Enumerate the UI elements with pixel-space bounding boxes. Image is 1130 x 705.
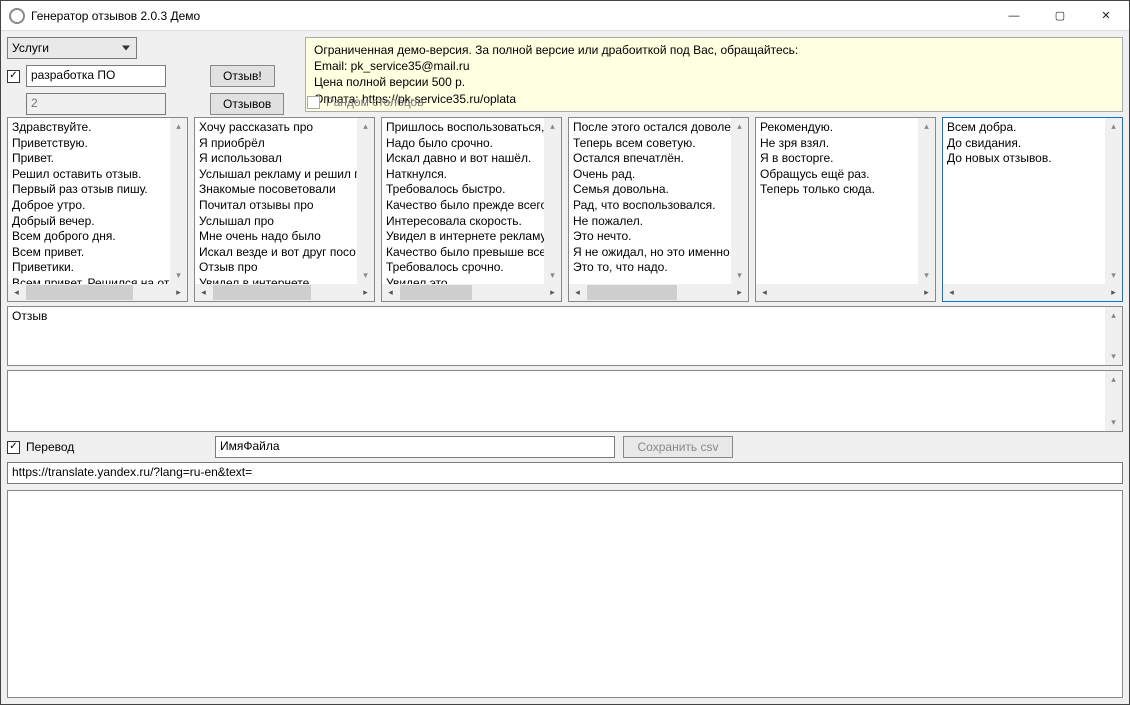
client-area: Услуги разработка ПО Отзыв! 2 xyxy=(1,31,1129,704)
phrase-column-1[interactable]: Здравствуйте.Приветствую.Привет.Решил ос… xyxy=(7,117,188,302)
phrase-line[interactable]: Требовалось быстро. xyxy=(386,182,557,198)
phrase-line[interactable]: Я не ожидал, но это именно то xyxy=(573,245,744,261)
phrase-line[interactable]: Добрый вечер. xyxy=(12,214,183,230)
close-button[interactable]: ✕ xyxy=(1083,1,1129,31)
phrase-line[interactable]: Семья довольна. xyxy=(573,182,744,198)
translate-url-input[interactable]: https://translate.yandex.ru/?lang=ru-en&… xyxy=(7,462,1123,484)
phrase-line[interactable]: Это то, что надо. xyxy=(573,260,744,276)
app-window: Генератор отзывов 2.0.3 Демо — ▢ ✕ Услуг… xyxy=(0,0,1130,705)
phrase-line[interactable]: Не пожалел. xyxy=(573,214,744,230)
phrase-line[interactable]: До свидания. xyxy=(947,136,1118,152)
minimize-button[interactable]: — xyxy=(991,1,1037,31)
scrollbar-horizontal[interactable]: ◂▸ xyxy=(382,284,561,301)
scrollbar-vertical[interactable]: ▴▾ xyxy=(731,118,748,284)
phrase-line[interactable]: Требовалось срочно. xyxy=(386,260,557,276)
phrase-line[interactable]: Очень рад. xyxy=(573,167,744,183)
phrase-column-4[interactable]: После этого остался доволен.Теперь всем … xyxy=(568,117,749,302)
phrase-line[interactable]: Доброе утро. xyxy=(12,198,183,214)
phrase-line[interactable]: Обращусь ещё раз. xyxy=(760,167,931,183)
phrase-line[interactable]: Приветствую. xyxy=(12,136,183,152)
phrase-line[interactable]: Рад, что воспользовался. xyxy=(573,198,744,214)
translate-checkbox[interactable] xyxy=(7,441,20,454)
scrollbar-horizontal[interactable]: ◂▸ xyxy=(195,284,374,301)
topic-input[interactable]: разработка ПО xyxy=(26,65,166,87)
phrase-line[interactable]: Знакомые посоветовали xyxy=(199,182,370,198)
maximize-button[interactable]: ▢ xyxy=(1037,1,1083,31)
phrase-line[interactable]: Это нечто. xyxy=(573,229,744,245)
phrase-line[interactable]: Теперь всем советую. xyxy=(573,136,744,152)
phrase-line[interactable]: Хочу рассказать про xyxy=(199,120,370,136)
window-title: Генератор отзывов 2.0.3 Демо xyxy=(31,9,200,23)
category-combo[interactable]: Услуги xyxy=(7,37,137,59)
phrase-line[interactable]: Интересовала скорость. xyxy=(386,214,557,230)
review-output[interactable]: Отзыв ▴▾ xyxy=(7,306,1123,366)
phrase-line[interactable]: Надо было срочно. xyxy=(386,136,557,152)
phrase-line[interactable]: Качество было превыше всего. xyxy=(386,245,557,261)
phrase-line[interactable]: Увидел в интернете рекламу. xyxy=(386,229,557,245)
phrase-line[interactable]: Отзыв про xyxy=(199,260,370,276)
random-columns-label: Рандом столбцов xyxy=(326,95,424,109)
scrollbar-vertical[interactable]: ▴▾ xyxy=(918,118,935,284)
scrollbar-vertical[interactable]: ▴▾ xyxy=(170,118,187,284)
scrollbar-horizontal[interactable]: ◂▸ xyxy=(8,284,187,301)
phrase-column-6[interactable]: Всем добра.До свидания.До новых отзывов.… xyxy=(942,117,1123,302)
random-columns-row: Рандом столбцов xyxy=(307,95,1123,109)
phrase-line[interactable]: До новых отзывов. xyxy=(947,151,1118,167)
phrase-line[interactable]: Всем доброго дня. xyxy=(12,229,183,245)
titlebar: Генератор отзывов 2.0.3 Демо — ▢ ✕ xyxy=(1,1,1129,31)
topic-checkbox[interactable] xyxy=(7,70,20,83)
phrase-line[interactable]: Привет. xyxy=(12,151,183,167)
log-output[interactable] xyxy=(7,490,1123,698)
phrase-line[interactable]: Искал везде и вот друг посо xyxy=(199,245,370,261)
phrase-line[interactable]: Решил оставить отзыв. xyxy=(12,167,183,183)
phrase-line[interactable]: Рекомендую. xyxy=(760,120,931,136)
scrollbar-vertical[interactable]: ▴▾ xyxy=(1105,307,1122,365)
phrase-line[interactable]: Первый раз отзыв пишу. xyxy=(12,182,183,198)
phrase-line[interactable]: Искал давно и вот нашёл. xyxy=(386,151,557,167)
phrase-line[interactable]: Услышал про xyxy=(199,214,370,230)
phrase-line[interactable]: Наткнулся. xyxy=(386,167,557,183)
filename-input[interactable]: ИмяФайла xyxy=(215,436,615,458)
scrollbar-vertical[interactable]: ▴▾ xyxy=(357,118,374,284)
phrase-line[interactable]: Мне очень надо было xyxy=(199,229,370,245)
phrase-line[interactable]: Здравствуйте. xyxy=(12,120,183,136)
phrase-line[interactable]: Пришлось воспользоваться, так xyxy=(386,120,557,136)
phrase-line[interactable]: Я использовал xyxy=(199,151,370,167)
phrase-line[interactable]: После этого остался доволен. xyxy=(573,120,744,136)
phrase-line[interactable]: Почитал отзывы про xyxy=(199,198,370,214)
bottom-controls: Перевод ИмяФайла Сохранить csv xyxy=(7,436,1123,458)
phrase-line[interactable]: Теперь только сюда. xyxy=(760,182,931,198)
phrase-column-2[interactable]: Хочу рассказать проЯ приобрёлЯ использов… xyxy=(194,117,375,302)
save-csv-button[interactable]: Сохранить csv xyxy=(623,436,733,458)
secondary-output[interactable]: ▴▾ xyxy=(7,370,1123,432)
phrase-line[interactable]: Я приобрёл xyxy=(199,136,370,152)
phrase-column-3[interactable]: Пришлось воспользоваться, такНадо было с… xyxy=(381,117,562,302)
phrase-line[interactable]: Приветики. xyxy=(12,260,183,276)
scrollbar-horizontal[interactable]: ◂▸ xyxy=(569,284,748,301)
generate-many-button[interactable]: Отзывов xyxy=(210,93,284,115)
category-value: Услуги xyxy=(12,41,49,55)
phrase-line[interactable]: Остался впечатлён. xyxy=(573,151,744,167)
scrollbar-horizontal[interactable]: ◂▸ xyxy=(943,284,1122,301)
phrase-column-5[interactable]: Рекомендую.Не зря взял.Я в восторге.Обра… xyxy=(755,117,936,302)
scrollbar-horizontal[interactable]: ◂▸ xyxy=(756,284,935,301)
phrase-line[interactable]: Услышал рекламу и решил п xyxy=(199,167,370,183)
count-input[interactable]: 2 xyxy=(26,93,166,115)
phrase-line[interactable]: Я в восторге. xyxy=(760,151,931,167)
phrase-line[interactable]: Всем добра. xyxy=(947,120,1118,136)
scrollbar-vertical[interactable]: ▴▾ xyxy=(1105,118,1122,284)
phrase-line[interactable]: Качество было прежде всего. xyxy=(386,198,557,214)
scrollbar-vertical[interactable]: ▴▾ xyxy=(544,118,561,284)
phrase-line[interactable]: Всем привет. xyxy=(12,245,183,261)
phrase-line[interactable]: Не зря взял. xyxy=(760,136,931,152)
random-columns-checkbox[interactable] xyxy=(307,96,320,109)
app-icon xyxy=(9,8,25,24)
phrase-columns: Здравствуйте.Приветствую.Привет.Решил ос… xyxy=(7,117,1123,302)
scrollbar-vertical[interactable]: ▴▾ xyxy=(1105,371,1122,431)
generate-one-button[interactable]: Отзыв! xyxy=(210,65,275,87)
translate-label: Перевод xyxy=(26,440,74,454)
